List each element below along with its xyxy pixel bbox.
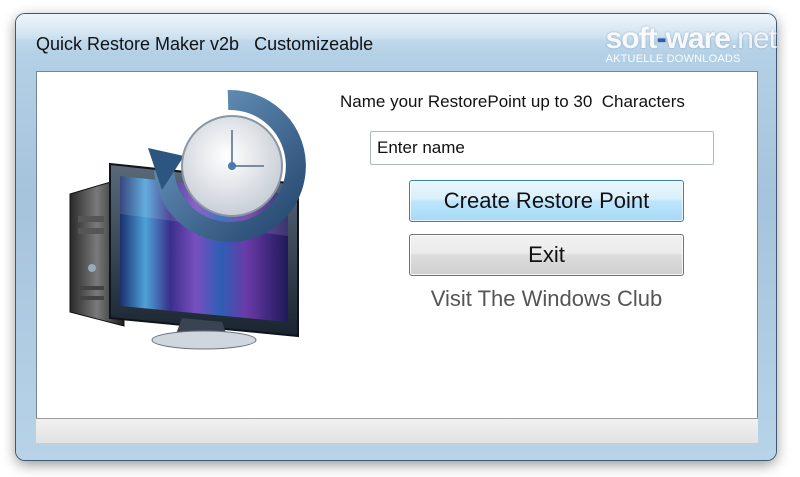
watermark-part1: soft <box>605 22 658 55</box>
exit-button[interactable]: Exit <box>409 234 684 276</box>
visit-windows-club-link[interactable]: Visit The Windows Club <box>409 286 684 312</box>
watermark-part3: .net <box>729 22 777 55</box>
window-title: Quick Restore Maker v2b Customizeable <box>36 34 374 54</box>
computer-restore-clock-icon <box>69 89 306 350</box>
watermark-part2: ware <box>665 22 731 55</box>
status-bar <box>36 418 758 443</box>
watermark-logo: soft-ware.net <box>605 22 777 56</box>
restore-point-name-prompt: Name your RestorePoint up to 30 Characte… <box>340 92 685 111</box>
create-restore-point-button[interactable]: Create Restore Point <box>409 180 684 222</box>
restore-point-name-input[interactable] <box>370 131 714 165</box>
watermark-dash: - <box>656 22 667 55</box>
watermark: soft-ware.net AKTUELLE DOWNLOADS <box>605 22 777 65</box>
